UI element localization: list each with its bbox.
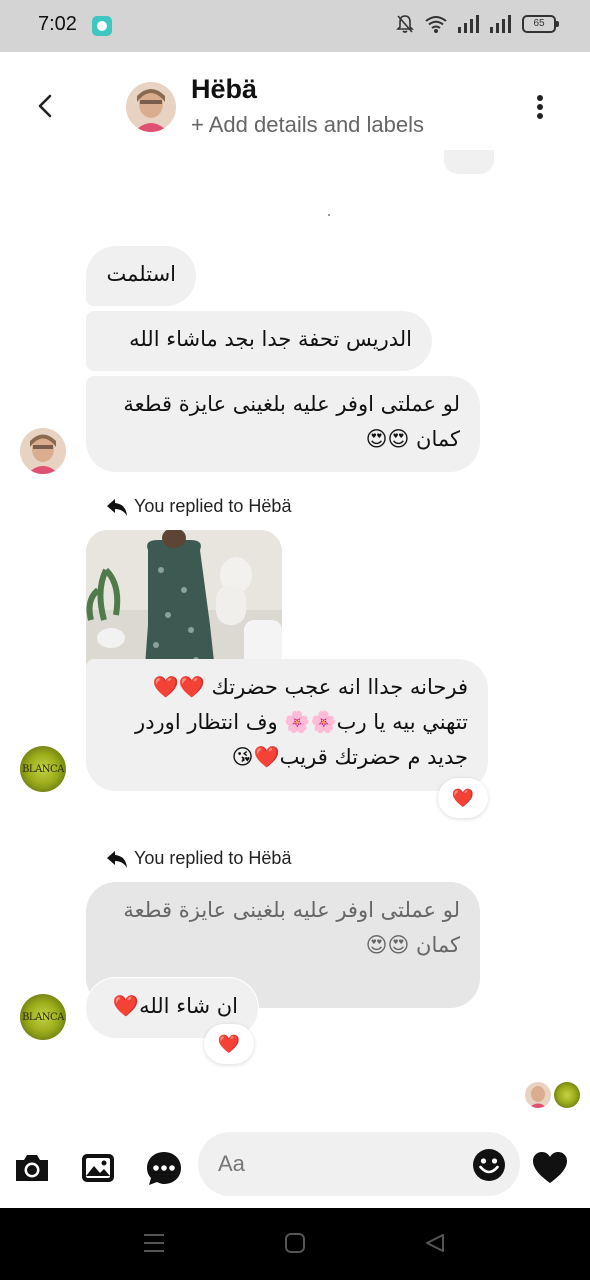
back-nav-icon[interactable] — [424, 1232, 446, 1254]
reply-arrow-icon — [107, 498, 127, 516]
chat-header: Hëbä + Add details and labels — [0, 52, 590, 160]
sender-avatar-blanca[interactable]: BLANCA — [20, 994, 66, 1040]
message-bubble-3[interactable]: لو عملتى اوفر عليه بلغينى عايزة قطعة كما… — [86, 376, 480, 472]
home-button-icon[interactable] — [284, 1232, 306, 1254]
blanca-logo-text: BLANCA — [22, 763, 64, 775]
reaction-badge-1[interactable]: ❤️ — [438, 778, 488, 818]
separator-dot — [328, 214, 330, 216]
message-text: الدريس تحفة جدا بجد ماشاء الله — [129, 327, 412, 351]
message-text-line: جديد م حضرتك قريب❤️😘 — [231, 745, 468, 769]
system-nav-bar — [0, 1208, 590, 1280]
status-time: 7:02 — [38, 13, 77, 35]
contact-name[interactable]: Hëbä — [191, 74, 257, 105]
add-details-link[interactable]: + Add details and labels — [191, 112, 424, 138]
replied-photo[interactable] — [86, 530, 282, 680]
seen-avatar-heba — [525, 1082, 551, 1108]
message-bubble-2[interactable]: الدريس تحفة جدا بجد ماشاء الله — [86, 311, 432, 371]
signal-icon-2 — [490, 15, 511, 33]
chat-screen: 7:02 65 Hëbä + Add details and labels اس… — [0, 0, 590, 1280]
message-text-line: كمان 😍😍 — [365, 427, 460, 451]
message-text-line: فرحانه جداا انه عجب حضرتك ❤️❤️ — [152, 675, 468, 699]
message-text: استلمت — [106, 262, 176, 286]
message-bubble-1[interactable]: استلمت — [86, 246, 196, 306]
emoji-icon[interactable] — [472, 1148, 506, 1182]
reply-note-1: You replied to Hëbä — [106, 496, 291, 517]
message-input[interactable] — [218, 1132, 458, 1196]
message-input-pill[interactable] — [198, 1132, 520, 1196]
reply-arrow-icon — [107, 850, 127, 868]
contact-avatar[interactable] — [126, 82, 176, 132]
partial-bubble — [444, 150, 494, 174]
mute-bell-icon — [396, 15, 414, 33]
back-arrow-icon[interactable] — [30, 90, 62, 122]
sender-avatar-blanca[interactable]: BLANCA — [20, 746, 66, 792]
quoted-text-line: لو عملتى اوفر عليه بلغينى عايزة قطعة — [123, 898, 460, 922]
reply-note-text: You replied to Hëbä — [134, 848, 292, 868]
message-text: ان شاء الله❤️ — [112, 994, 238, 1018]
message-text-line: لو عملتى اوفر عليه بلغينى عايزة قطعة — [123, 392, 460, 416]
message-text-line: تتهني بيه يا رب🌸🌸 وف انتظار اوردر — [135, 710, 468, 734]
message-bubble-4[interactable]: فرحانه جداا انه عجب حضرتك ❤️❤️ تتهني بيه… — [86, 659, 488, 791]
heart-reaction: ❤️ — [217, 1033, 241, 1055]
quoted-text-line: كمان 😍😍 — [365, 933, 460, 957]
like-heart-icon[interactable] — [530, 1148, 570, 1188]
app-notification-icon — [92, 16, 112, 36]
heart-reaction: ❤️ — [451, 787, 475, 809]
wifi-icon — [425, 16, 447, 33]
gallery-icon[interactable] — [78, 1148, 118, 1188]
battery-icon: 65 — [522, 15, 559, 33]
reaction-badge-2[interactable]: ❤️ — [204, 1024, 254, 1064]
reply-note-text: You replied to Hëbä — [134, 496, 292, 516]
recents-menu-icon[interactable] — [142, 1232, 166, 1254]
reply-note-2: You replied to Hëbä — [106, 848, 291, 869]
message-composer — [0, 1130, 590, 1204]
sticker-chat-icon[interactable] — [144, 1148, 184, 1188]
status-bar: 7:02 65 — [0, 0, 590, 52]
sender-avatar-heba[interactable] — [20, 428, 66, 474]
camera-icon[interactable] — [12, 1148, 52, 1188]
blanca-logo-text: BLANCA — [22, 1011, 64, 1023]
more-options-icon[interactable] — [528, 92, 552, 122]
seen-avatar-blanca — [554, 1082, 580, 1108]
signal-icon-1 — [458, 15, 479, 33]
status-icons: 65 — [396, 14, 559, 34]
